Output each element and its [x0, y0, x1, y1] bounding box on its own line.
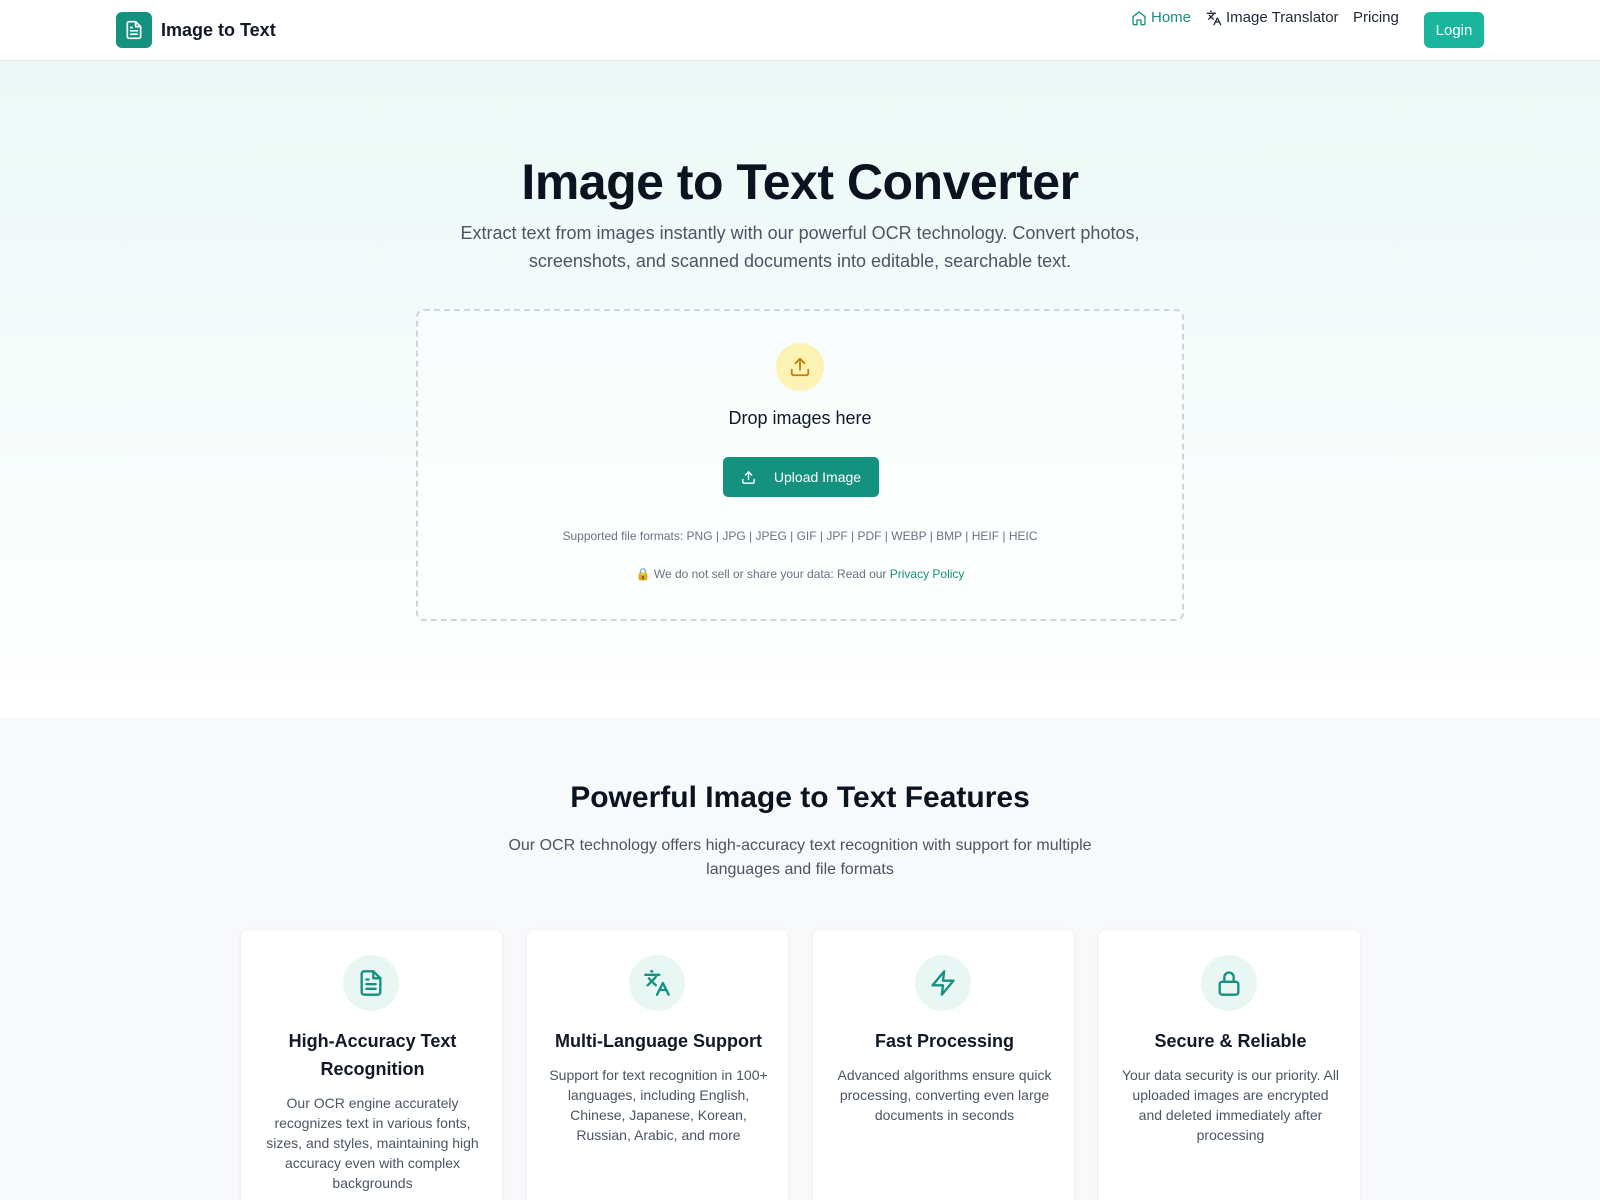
- site-header: Image to Text Home Image Translator Pric…: [0, 0, 1600, 61]
- feature-description: Your data security is our priority. All …: [1121, 1067, 1340, 1143]
- nav-pricing[interactable]: Pricing: [1353, 9, 1399, 26]
- feature-title: Secure & Reliable: [1154, 1031, 1307, 1051]
- upload-image-button[interactable]: Upload Image: [723, 457, 879, 497]
- drop-images-text: Drop images here: [728, 408, 872, 428]
- translate-icon: [629, 955, 685, 1011]
- feature-card: High-Accuracy Text Recognition Our OCR e…: [240, 929, 503, 1200]
- brand[interactable]: Image to Text: [116, 12, 276, 48]
- nav-pricing-label: Pricing: [1353, 9, 1399, 26]
- features-section: Powerful Image to Text Features Our OCR …: [0, 717, 1600, 1200]
- feature-card: Fast Processing Advanced algorithms ensu…: [812, 929, 1075, 1200]
- feature-title: Multi-Language Support: [555, 1031, 762, 1051]
- page-title: Image to Text Converter: [521, 154, 1079, 210]
- nav-home[interactable]: Home: [1131, 9, 1191, 26]
- feature-card: Secure & Reliable Your data security is …: [1098, 929, 1361, 1200]
- features-subtitle: Our OCR technology offers high-accuracy …: [508, 837, 1092, 878]
- upload-icon: [742, 470, 755, 484]
- hero-section: Image to Text Converter Extract text fro…: [0, 61, 1600, 717]
- upload-icon: [776, 343, 824, 391]
- lock-icon: [1201, 955, 1257, 1011]
- features-title: Powerful Image to Text Features: [570, 781, 1030, 814]
- brand-name: Image to Text: [161, 19, 276, 40]
- hero-subtitle: Extract text from images instantly with …: [460, 223, 1140, 271]
- feature-card: Multi-Language Support Support for text …: [526, 929, 789, 1200]
- feature-title: High-Accuracy Text Recognition: [288, 1031, 457, 1079]
- login-button[interactable]: Login: [1424, 12, 1484, 48]
- document-icon: [343, 955, 399, 1011]
- image-dropzone[interactable]: Drop images here Upload Image Supported …: [416, 309, 1184, 621]
- supported-formats: Supported file formats: PNG | JPG | JPEG…: [562, 529, 1038, 543]
- nav-image-translator-label: Image Translator: [1226, 9, 1339, 26]
- upload-image-label: Upload Image: [773, 469, 862, 485]
- feature-description: Advanced algorithms ensure quick process…: [837, 1067, 1052, 1123]
- home-icon: [1132, 10, 1146, 25]
- feature-description: Support for text recognition in 100+ lan…: [549, 1067, 768, 1143]
- privacy-notice: 🔒 We do not sell or share your data: Rea…: [418, 567, 1182, 581]
- privacy-text: 🔒 We do not sell or share your data: Rea…: [635, 567, 890, 581]
- feature-description: Our OCR engine accurately recognizes tex…: [266, 1095, 479, 1191]
- nav-home-label: Home: [1151, 9, 1192, 26]
- lightning-icon: [915, 955, 971, 1011]
- document-icon: [116, 12, 152, 48]
- nav-image-translator[interactable]: Image Translator: [1206, 9, 1339, 26]
- privacy-policy-link[interactable]: Privacy Policy: [890, 567, 965, 581]
- translate-icon: [1206, 10, 1222, 25]
- feature-title: Fast Processing: [874, 1031, 1015, 1051]
